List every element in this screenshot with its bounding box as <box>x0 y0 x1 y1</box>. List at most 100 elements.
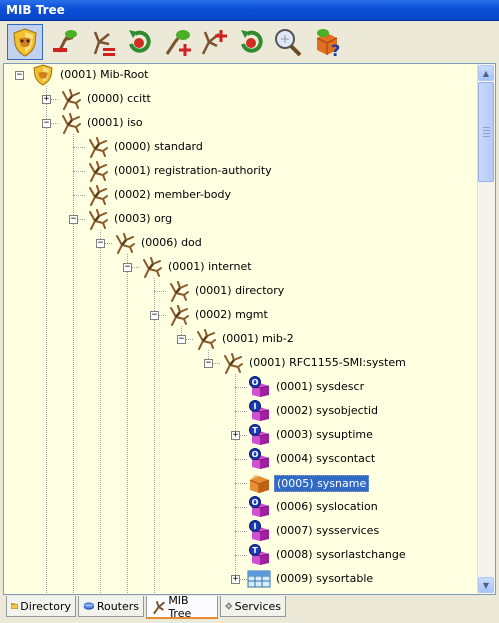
remove-all-branches-button[interactable] <box>83 24 119 60</box>
node-label[interactable]: (0001) internet <box>166 259 254 274</box>
node-label[interactable]: (0006) syslocation <box>274 499 380 514</box>
tree-branch-icon <box>166 304 190 326</box>
mib-tree-view[interactable]: − (0001) Mib-Root + (0000) ccitt − (0001) iso… <box>3 63 496 595</box>
tree-branch-icon <box>193 328 217 350</box>
refresh-red-button[interactable] <box>233 24 269 60</box>
tree-node[interactable]: − (0001) iso <box>4 112 474 134</box>
tree-node[interactable]: (0000) standard <box>4 136 474 158</box>
node-label[interactable]: (0004) syscontact <box>274 451 377 466</box>
expand-plus-icon[interactable]: + <box>42 95 51 104</box>
directory-icon <box>11 603 19 609</box>
selected-node-label[interactable]: (0005) sysname <box>274 475 370 492</box>
routers-icon <box>83 602 95 610</box>
add-branch-icon <box>165 30 191 56</box>
tree-node[interactable]: O (0006) syslocation <box>4 496 474 518</box>
tree-node[interactable]: + T (0003) sysuptime <box>4 424 474 446</box>
scrollbar-thumb[interactable] <box>478 82 494 182</box>
node-label[interactable]: (0008) sysorlastchange <box>274 547 408 562</box>
tab-directory[interactable]: Directory <box>6 596 76 617</box>
collapse-minus-icon[interactable]: − <box>150 311 159 320</box>
octet-string-leaf-icon: O <box>247 376 271 398</box>
node-label[interactable]: (0002) sysobjectid <box>274 403 380 418</box>
vertical-scrollbar[interactable]: ▲ ▼ <box>477 64 495 594</box>
search-button[interactable] <box>269 24 305 60</box>
tab-routers[interactable]: Routers <box>78 596 144 617</box>
remove-branch-button[interactable] <box>47 24 83 60</box>
node-label[interactable]: (0001) Mib-Root <box>58 67 151 82</box>
node-label[interactable]: (0000) standard <box>112 139 205 154</box>
node-label[interactable]: (0000) ccitt <box>85 91 153 106</box>
tree-node[interactable]: − (0002) mgmt <box>4 304 474 326</box>
refresh-red-icon <box>241 30 263 53</box>
node-label[interactable]: (0002) member-body <box>112 187 233 202</box>
bottom-tabs: Directory Routers MIB Tree Services <box>0 594 499 623</box>
tab-services[interactable]: Services <box>220 596 286 617</box>
node-label[interactable]: (0002) mgmt <box>193 307 270 322</box>
add-all-branches-button[interactable] <box>195 24 231 60</box>
mib-tree-icon <box>153 600 166 614</box>
collapse-minus-icon[interactable]: − <box>96 239 105 248</box>
svg-text:I: I <box>254 522 257 531</box>
tab-label: Routers <box>96 599 139 613</box>
expand-plus-icon[interactable]: + <box>231 575 240 584</box>
tree-node[interactable]: + (0009) sysortable <box>4 568 474 590</box>
scroll-up-arrow-icon[interactable]: ▲ <box>478 65 494 81</box>
collapse-minus-icon[interactable]: − <box>69 215 78 224</box>
add-branch-button[interactable] <box>159 24 195 60</box>
tree-node[interactable]: − (0001) Mib-Root <box>4 64 474 86</box>
octet-string-leaf-icon: O <box>247 496 271 518</box>
collapse-minus-icon[interactable]: − <box>204 359 213 368</box>
collapse-minus-icon[interactable]: − <box>15 71 24 80</box>
search-icon <box>275 29 302 57</box>
tree-node[interactable]: − (0003) org <box>4 208 474 230</box>
svg-text:?: ? <box>331 41 340 58</box>
svg-text:O: O <box>252 450 259 459</box>
node-label[interactable]: (0001) directory <box>193 283 286 298</box>
refresh-button[interactable] <box>121 24 157 60</box>
tree-node[interactable]: + (0000) ccitt <box>4 88 474 110</box>
tree-node[interactable]: − (0006) dod <box>4 232 474 254</box>
svg-text:I: I <box>254 402 257 411</box>
collapse-minus-icon[interactable]: − <box>123 263 132 272</box>
scroll-down-arrow-icon[interactable]: ▼ <box>478 577 494 593</box>
collapse-minus-icon[interactable]: − <box>177 335 186 344</box>
tree-node[interactable]: − (0001) RFC1155-SMI:system <box>4 352 474 374</box>
tree-branch-icon <box>58 112 82 134</box>
tree-node[interactable]: I (0002) sysobjectid <box>4 400 474 422</box>
node-label[interactable]: (0001) sysdescr <box>274 379 366 394</box>
collapse-minus-icon[interactable]: − <box>42 119 51 128</box>
expand-plus-icon[interactable]: + <box>231 431 240 440</box>
tree-node[interactable]: O (0001) sysdescr <box>4 376 474 398</box>
tree-node[interactable]: (0001) directory <box>4 280 474 302</box>
mib-root-button[interactable] <box>7 24 43 60</box>
node-label[interactable]: (0006) dod <box>139 235 204 250</box>
tab-mib-tree[interactable]: MIB Tree <box>146 594 218 620</box>
tree-node[interactable]: O (0004) syscontact <box>4 448 474 470</box>
help-button[interactable]: ? <box>309 24 345 60</box>
node-label[interactable]: (0001) RFC1155-SMI:system <box>247 355 408 370</box>
node-label[interactable]: (0001) mib-2 <box>220 331 296 346</box>
tree-branch-icon <box>112 232 136 254</box>
tree-node[interactable]: I (0007) sysservices <box>4 520 474 542</box>
node-label[interactable]: (0003) sysuptime <box>274 427 375 442</box>
svg-text:T: T <box>252 426 258 435</box>
title-bar: MIB Tree <box>0 0 499 21</box>
node-label[interactable]: (0009) sysortable <box>274 571 375 586</box>
tree-node[interactable]: − (0001) mib-2 <box>4 328 474 350</box>
tree-node[interactable]: (0001) registration-authority <box>4 160 474 182</box>
tree-node[interactable]: (0005) sysname <box>4 472 474 494</box>
svg-text:T: T <box>252 546 258 555</box>
node-label[interactable]: (0007) sysservices <box>274 523 381 538</box>
timeticks-leaf-icon: T <box>247 544 271 566</box>
tree-node[interactable]: (0002) member-body <box>4 184 474 206</box>
add-all-branches-icon <box>201 30 227 55</box>
tree-node[interactable]: T (0008) sysorlastchange <box>4 544 474 566</box>
node-label[interactable]: (0003) org <box>112 211 174 226</box>
tree-branch-icon <box>85 136 109 158</box>
node-label[interactable]: (0001) iso <box>85 115 145 130</box>
tree-branch-icon <box>220 352 244 374</box>
integer-leaf-icon: I <box>247 400 271 422</box>
tree-node[interactable]: − (0001) internet <box>4 256 474 278</box>
node-label[interactable]: (0001) registration-authority <box>112 163 274 178</box>
svg-text:O: O <box>252 378 259 387</box>
